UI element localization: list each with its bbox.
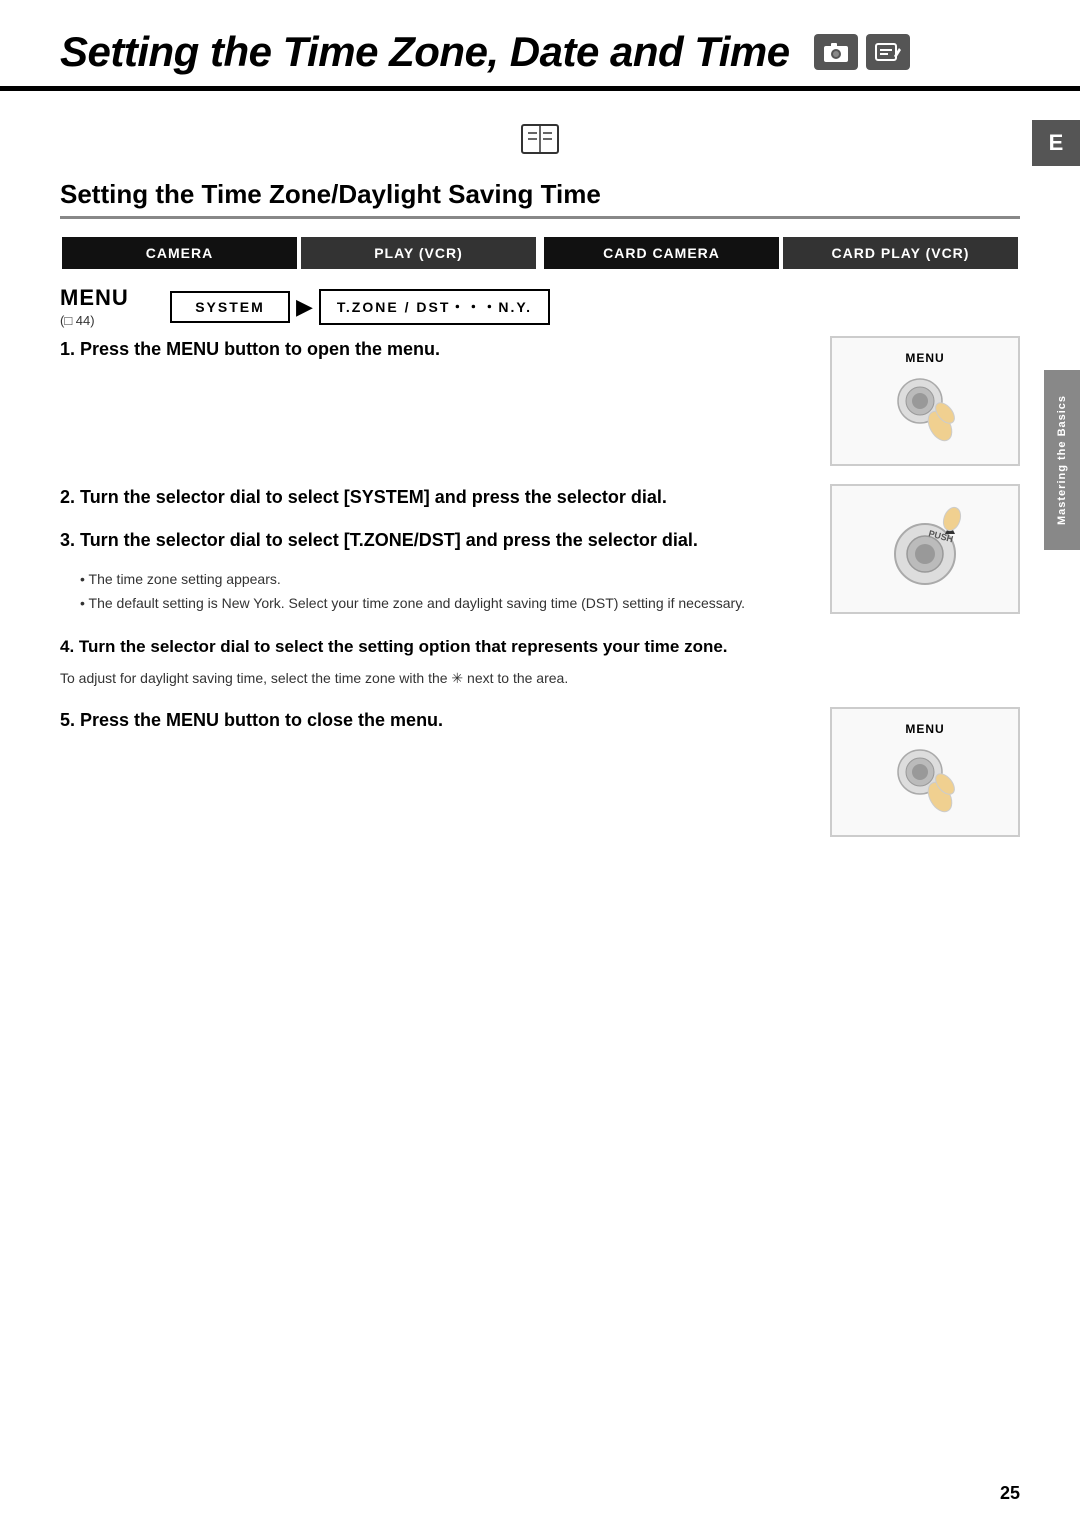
main-content: Setting the Time Zone/Daylight Saving Ti… [0, 91, 1080, 895]
step-5-image: MENU [830, 707, 1020, 837]
dial-illustration: PUSH [880, 504, 970, 594]
step-5: 5. Press the MENU button to close the me… [60, 707, 1020, 837]
menu-button-illustration [885, 371, 965, 451]
step-2-3: 2. Turn the selector dial to select [SYS… [60, 484, 1020, 616]
menu-label: MENU [60, 285, 129, 311]
menu-tzone-box: T.ZONE / DST・・・N.Y. [319, 289, 550, 325]
menu-ref: (□ 44) [60, 313, 95, 328]
step-1-text: 1. Press the MENU button to open the men… [60, 336, 810, 363]
book-icon [520, 123, 560, 155]
mode-table: CAMERA PLAY (VCR) CARD CAMERA CARD PLAY … [60, 235, 1020, 271]
page-title: Setting the Time Zone, Date and Time [60, 28, 790, 76]
card-icon [874, 40, 902, 64]
mode-camera: CAMERA [60, 235, 299, 271]
menu-arrow: ▶ [296, 294, 313, 320]
menu-system-box: SYSTEM [170, 291, 290, 323]
step-3-text: 3. Turn the selector dial to select [T.Z… [60, 527, 810, 554]
mode-card-camera: CARD CAMERA [542, 235, 781, 271]
step-1-image-label: MENU [905, 351, 944, 365]
page: Setting the Time Zone, Date and Time [0, 0, 1080, 1534]
step-4: 4. Turn the selector dial to select the … [60, 634, 1020, 690]
camera-icon [822, 40, 850, 64]
book-ref [60, 123, 1020, 161]
menu-button-2-illustration [885, 742, 965, 822]
title-bar: Setting the Time Zone, Date and Time [0, 0, 1080, 91]
bullets: The time zone setting appears. The defau… [60, 568, 810, 616]
step-1-image: MENU [830, 336, 1020, 466]
card-icon-box [866, 34, 910, 70]
menu-label-box: MENU (□ 44) [60, 285, 150, 328]
camera-icon-box [814, 34, 858, 70]
step-5-text: 5. Press the MENU button to close the me… [60, 707, 810, 734]
bullet-1: The time zone setting appears. [80, 568, 810, 592]
step-5-content: 5. Press the MENU button to close the me… [60, 707, 810, 734]
mode-play-vcr: PLAY (VCR) [299, 235, 538, 271]
menu-row: MENU (□ 44) SYSTEM ▶ T.ZONE / DST・・・N.Y. [60, 285, 1020, 328]
step-1: 1. Press the MENU button to open the men… [60, 336, 1020, 466]
step-2-image: PUSH [830, 484, 1020, 614]
title-icons [814, 34, 910, 70]
step-1-content: 1. Press the MENU button to open the men… [60, 336, 810, 363]
step-2-3-content: 2. Turn the selector dial to select [SYS… [60, 484, 810, 616]
page-number: 25 [1000, 1483, 1020, 1504]
step-4-text: 4. Turn the selector dial to select the … [60, 634, 1020, 660]
mode-card-play-vcr: CARD PLAY (VCR) [781, 235, 1020, 271]
section-heading: Setting the Time Zone/Daylight Saving Ti… [60, 179, 1020, 219]
step-4-sub: To adjust for daylight saving time, sele… [60, 667, 1020, 689]
step-5-image-label: MENU [905, 722, 944, 736]
step-2-text: 2. Turn the selector dial to select [SYS… [60, 484, 810, 511]
bullet-2: The default setting is New York. Select … [80, 592, 810, 616]
